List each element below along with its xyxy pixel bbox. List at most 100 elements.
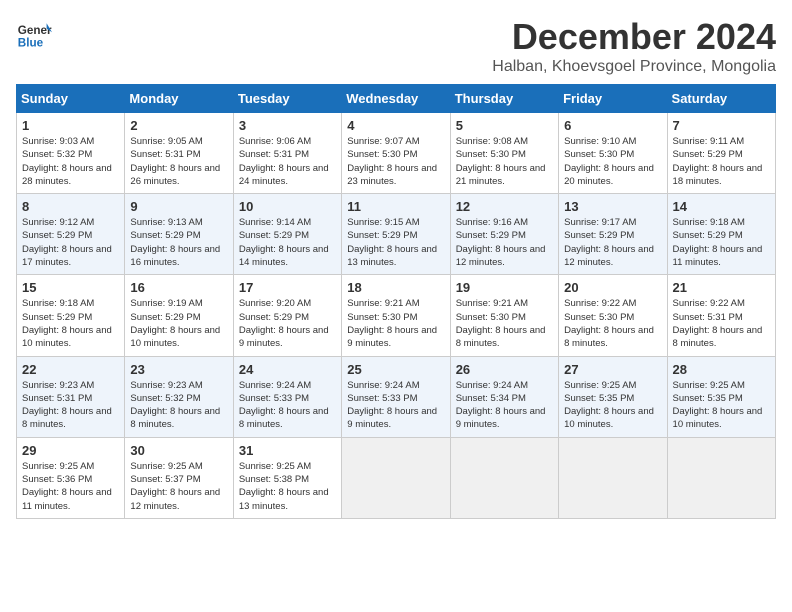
col-tuesday: Tuesday [233,85,341,113]
calendar-cell: 1 Sunrise: 9:03 AMSunset: 5:32 PMDayligh… [17,113,125,194]
day-detail: Sunrise: 9:22 AMSunset: 5:31 PMDaylight:… [673,297,770,350]
calendar-cell: 25 Sunrise: 9:24 AMSunset: 5:33 PMDaylig… [342,356,450,437]
day-detail: Sunrise: 9:17 AMSunset: 5:29 PMDaylight:… [564,216,661,269]
svg-text:Blue: Blue [18,37,44,50]
day-number: 14 [673,199,770,214]
calendar-row: 8 Sunrise: 9:12 AMSunset: 5:29 PMDayligh… [17,194,776,275]
page-header: General Blue December 2024 Halban, Khoev… [16,16,776,76]
day-number: 15 [22,280,119,295]
day-detail: Sunrise: 9:22 AMSunset: 5:30 PMDaylight:… [564,297,661,350]
calendar-row: 1 Sunrise: 9:03 AMSunset: 5:32 PMDayligh… [17,113,776,194]
calendar-cell: 20 Sunrise: 9:22 AMSunset: 5:30 PMDaylig… [559,275,667,356]
calendar-cell [450,437,558,518]
calendar-cell: 7 Sunrise: 9:11 AMSunset: 5:29 PMDayligh… [667,113,775,194]
col-sunday: Sunday [17,85,125,113]
calendar-cell: 24 Sunrise: 9:24 AMSunset: 5:33 PMDaylig… [233,356,341,437]
calendar-cell: 17 Sunrise: 9:20 AMSunset: 5:29 PMDaylig… [233,275,341,356]
calendar-cell: 4 Sunrise: 9:07 AMSunset: 5:30 PMDayligh… [342,113,450,194]
day-number: 30 [130,443,227,458]
day-detail: Sunrise: 9:12 AMSunset: 5:29 PMDaylight:… [22,216,119,269]
day-detail: Sunrise: 9:08 AMSunset: 5:30 PMDaylight:… [456,135,553,188]
day-number: 21 [673,280,770,295]
calendar-cell: 6 Sunrise: 9:10 AMSunset: 5:30 PMDayligh… [559,113,667,194]
calendar-cell: 11 Sunrise: 9:15 AMSunset: 5:29 PMDaylig… [342,194,450,275]
calendar-row: 29 Sunrise: 9:25 AMSunset: 5:36 PMDaylig… [17,437,776,518]
day-detail: Sunrise: 9:10 AMSunset: 5:30 PMDaylight:… [564,135,661,188]
col-thursday: Thursday [450,85,558,113]
day-detail: Sunrise: 9:13 AMSunset: 5:29 PMDaylight:… [130,216,227,269]
day-number: 9 [130,199,227,214]
day-number: 4 [347,118,444,133]
day-number: 8 [22,199,119,214]
calendar-cell: 23 Sunrise: 9:23 AMSunset: 5:32 PMDaylig… [125,356,233,437]
calendar-cell [342,437,450,518]
day-number: 26 [456,362,553,377]
day-number: 12 [456,199,553,214]
day-detail: Sunrise: 9:23 AMSunset: 5:32 PMDaylight:… [130,379,227,432]
day-detail: Sunrise: 9:20 AMSunset: 5:29 PMDaylight:… [239,297,336,350]
day-detail: Sunrise: 9:24 AMSunset: 5:33 PMDaylight:… [347,379,444,432]
day-detail: Sunrise: 9:14 AMSunset: 5:29 PMDaylight:… [239,216,336,269]
day-number: 3 [239,118,336,133]
day-number: 10 [239,199,336,214]
day-detail: Sunrise: 9:25 AMSunset: 5:38 PMDaylight:… [239,460,336,513]
calendar-cell: 10 Sunrise: 9:14 AMSunset: 5:29 PMDaylig… [233,194,341,275]
col-monday: Monday [125,85,233,113]
calendar-cell: 9 Sunrise: 9:13 AMSunset: 5:29 PMDayligh… [125,194,233,275]
day-number: 27 [564,362,661,377]
day-number: 25 [347,362,444,377]
day-detail: Sunrise: 9:25 AMSunset: 5:35 PMDaylight:… [564,379,661,432]
calendar-cell: 5 Sunrise: 9:08 AMSunset: 5:30 PMDayligh… [450,113,558,194]
calendar-cell: 28 Sunrise: 9:25 AMSunset: 5:35 PMDaylig… [667,356,775,437]
day-detail: Sunrise: 9:25 AMSunset: 5:37 PMDaylight:… [130,460,227,513]
day-number: 5 [456,118,553,133]
calendar-cell: 29 Sunrise: 9:25 AMSunset: 5:36 PMDaylig… [17,437,125,518]
day-number: 19 [456,280,553,295]
day-detail: Sunrise: 9:21 AMSunset: 5:30 PMDaylight:… [347,297,444,350]
calendar-cell: 21 Sunrise: 9:22 AMSunset: 5:31 PMDaylig… [667,275,775,356]
calendar-cell: 14 Sunrise: 9:18 AMSunset: 5:29 PMDaylig… [667,194,775,275]
day-detail: Sunrise: 9:11 AMSunset: 5:29 PMDaylight:… [673,135,770,188]
day-detail: Sunrise: 9:25 AMSunset: 5:35 PMDaylight:… [673,379,770,432]
calendar-cell: 22 Sunrise: 9:23 AMSunset: 5:31 PMDaylig… [17,356,125,437]
day-number: 1 [22,118,119,133]
calendar-cell: 18 Sunrise: 9:21 AMSunset: 5:30 PMDaylig… [342,275,450,356]
day-detail: Sunrise: 9:19 AMSunset: 5:29 PMDaylight:… [130,297,227,350]
day-number: 7 [673,118,770,133]
day-detail: Sunrise: 9:25 AMSunset: 5:36 PMDaylight:… [22,460,119,513]
col-wednesday: Wednesday [342,85,450,113]
calendar-cell: 27 Sunrise: 9:25 AMSunset: 5:35 PMDaylig… [559,356,667,437]
day-number: 28 [673,362,770,377]
calendar-cell: 16 Sunrise: 9:19 AMSunset: 5:29 PMDaylig… [125,275,233,356]
calendar-subtitle: Halban, Khoevsgoel Province, Mongolia [492,58,776,76]
calendar-title: December 2024 [492,16,776,58]
calendar-row: 15 Sunrise: 9:18 AMSunset: 5:29 PMDaylig… [17,275,776,356]
calendar-cell: 15 Sunrise: 9:18 AMSunset: 5:29 PMDaylig… [17,275,125,356]
day-number: 13 [564,199,661,214]
calendar-cell: 12 Sunrise: 9:16 AMSunset: 5:29 PMDaylig… [450,194,558,275]
day-number: 18 [347,280,444,295]
day-number: 23 [130,362,227,377]
day-detail: Sunrise: 9:24 AMSunset: 5:34 PMDaylight:… [456,379,553,432]
day-number: 11 [347,199,444,214]
day-detail: Sunrise: 9:21 AMSunset: 5:30 PMDaylight:… [456,297,553,350]
day-number: 16 [130,280,227,295]
calendar-cell [559,437,667,518]
day-number: 20 [564,280,661,295]
day-detail: Sunrise: 9:23 AMSunset: 5:31 PMDaylight:… [22,379,119,432]
calendar-cell: 13 Sunrise: 9:17 AMSunset: 5:29 PMDaylig… [559,194,667,275]
calendar-cell: 8 Sunrise: 9:12 AMSunset: 5:29 PMDayligh… [17,194,125,275]
calendar-cell: 31 Sunrise: 9:25 AMSunset: 5:38 PMDaylig… [233,437,341,518]
calendar-cell: 3 Sunrise: 9:06 AMSunset: 5:31 PMDayligh… [233,113,341,194]
day-detail: Sunrise: 9:06 AMSunset: 5:31 PMDaylight:… [239,135,336,188]
header-row: Sunday Monday Tuesday Wednesday Thursday… [17,85,776,113]
calendar-cell: 26 Sunrise: 9:24 AMSunset: 5:34 PMDaylig… [450,356,558,437]
day-detail: Sunrise: 9:03 AMSunset: 5:32 PMDaylight:… [22,135,119,188]
day-detail: Sunrise: 9:15 AMSunset: 5:29 PMDaylight:… [347,216,444,269]
calendar-row: 22 Sunrise: 9:23 AMSunset: 5:31 PMDaylig… [17,356,776,437]
calendar-cell: 19 Sunrise: 9:21 AMSunset: 5:30 PMDaylig… [450,275,558,356]
day-number: 29 [22,443,119,458]
day-number: 6 [564,118,661,133]
col-saturday: Saturday [667,85,775,113]
day-number: 2 [130,118,227,133]
